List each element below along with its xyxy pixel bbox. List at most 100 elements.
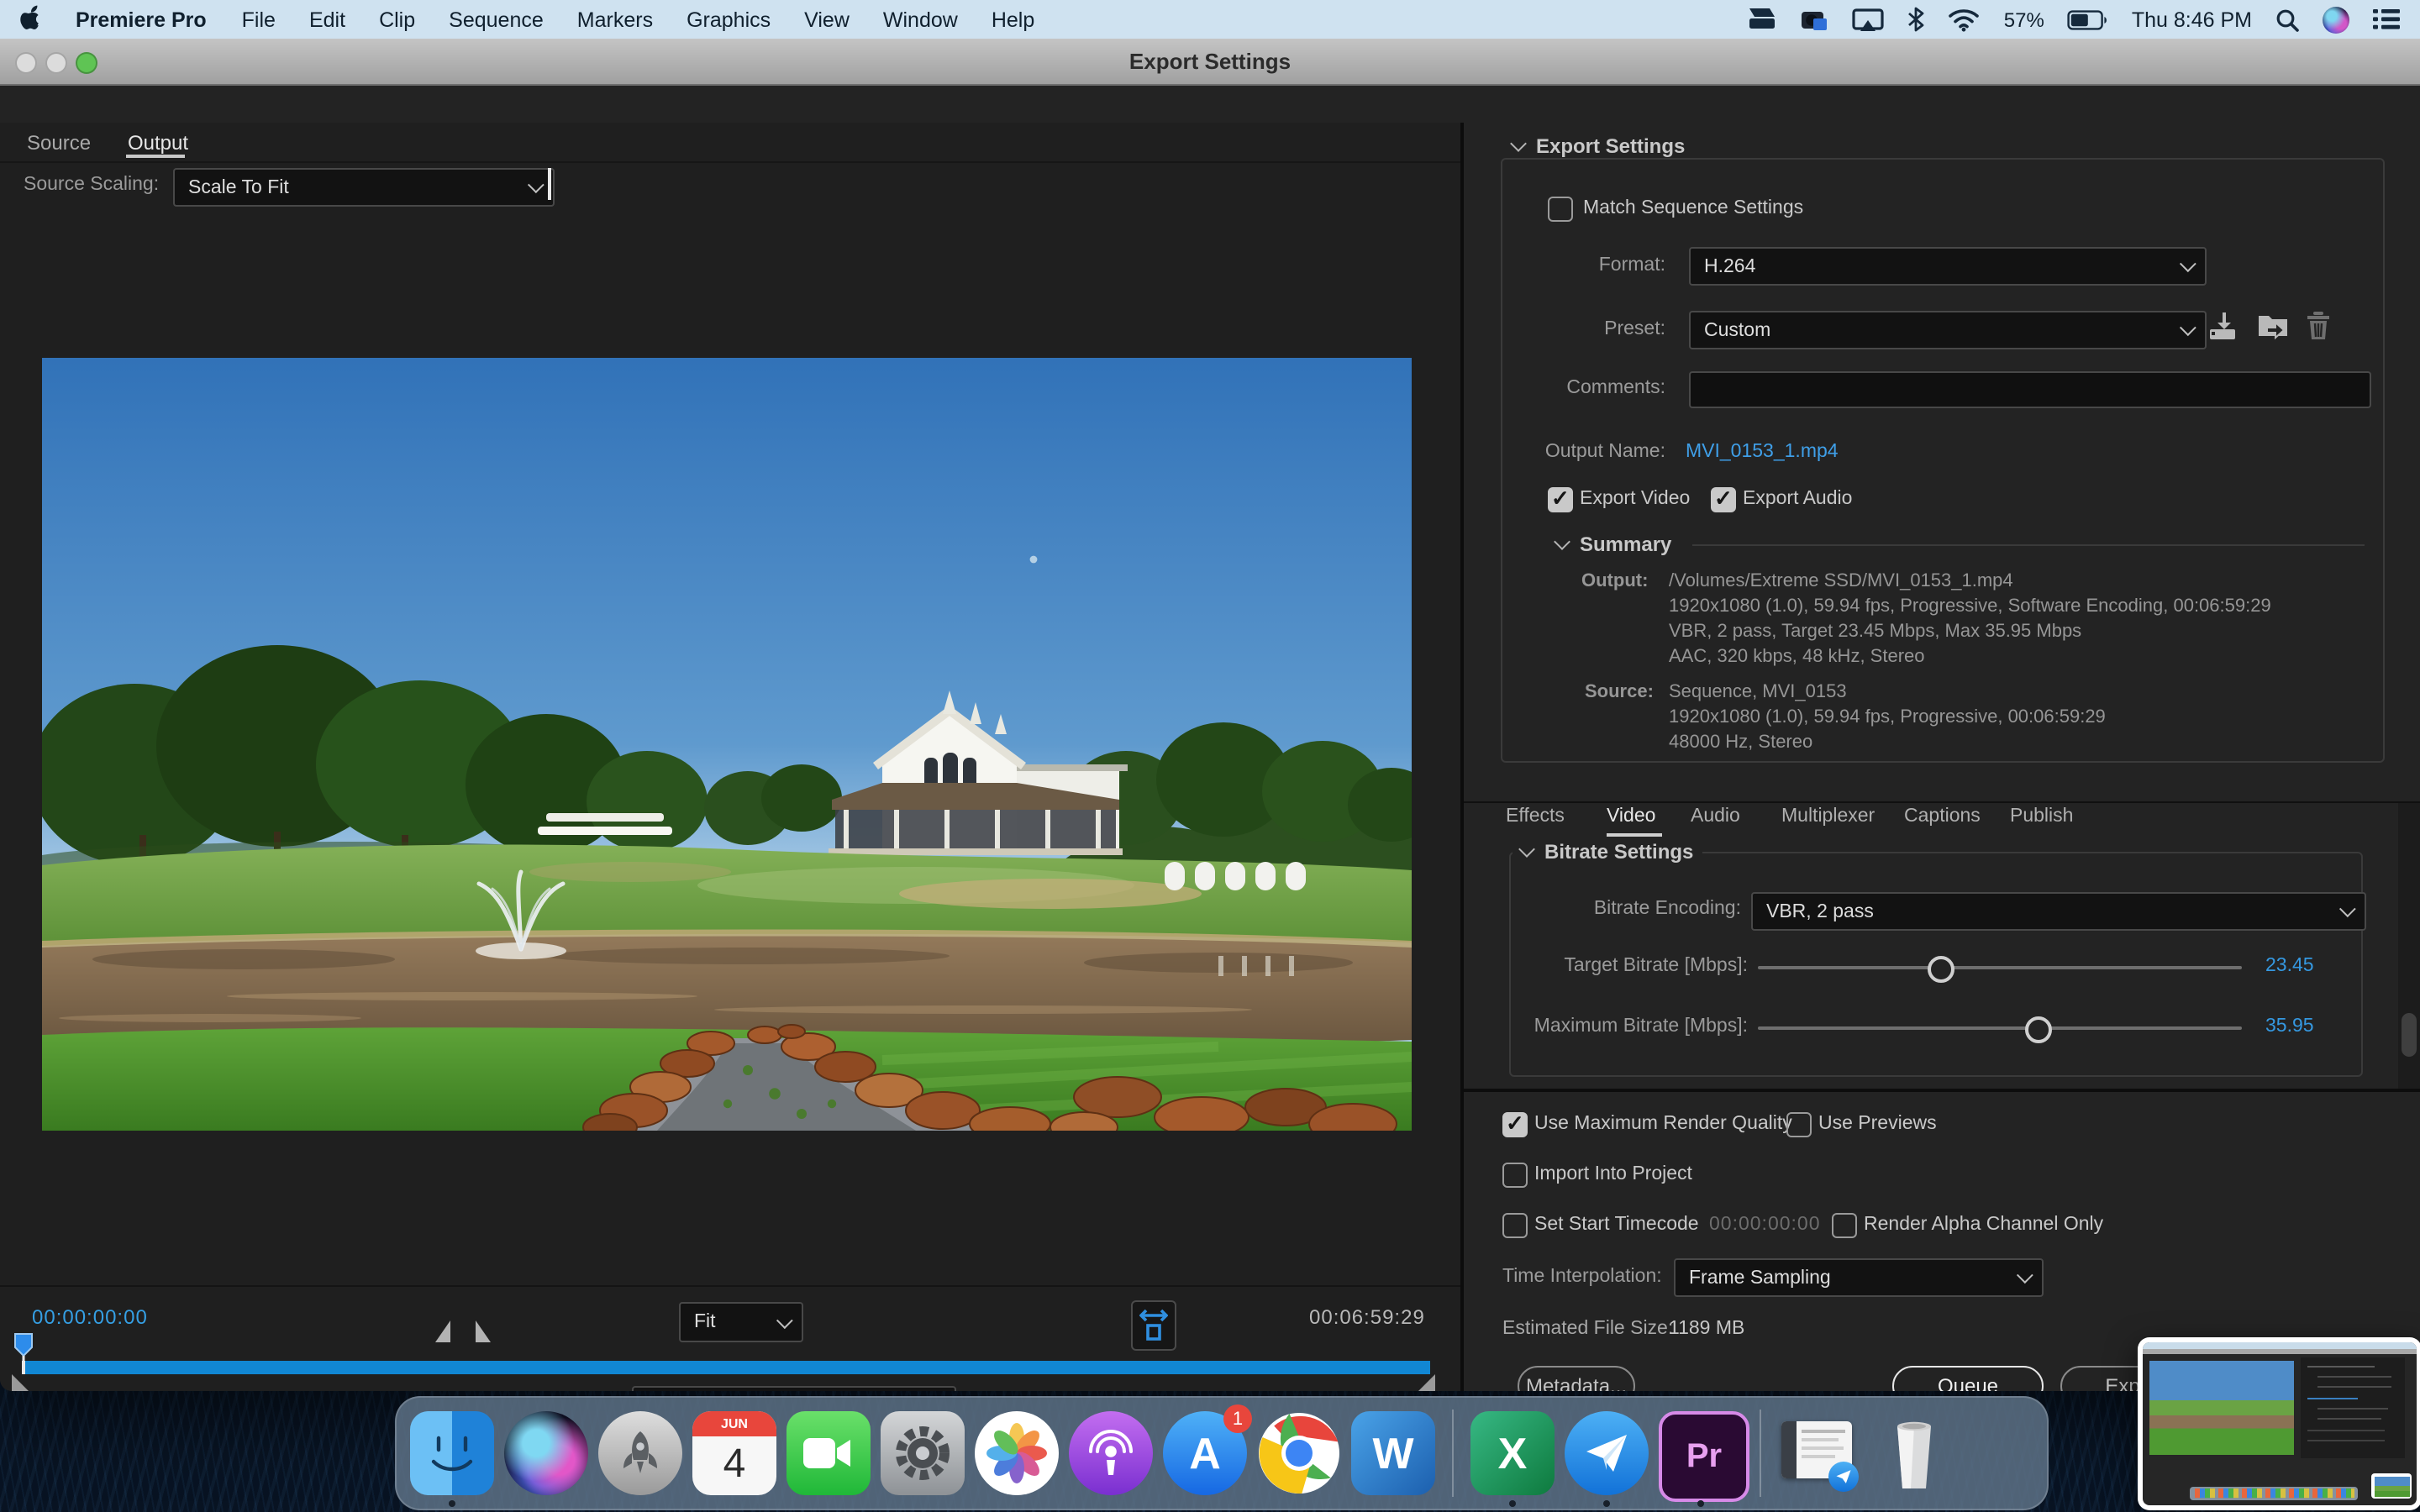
range-start-handle[interactable]: [12, 1374, 30, 1391]
dock-trash-icon[interactable]: [1872, 1411, 1956, 1495]
tab-video[interactable]: Video: [1607, 806, 1655, 827]
settings-panel: Export Settings Match Sequence Settings …: [1464, 123, 2420, 1391]
slider-knob[interactable]: [2025, 1016, 2052, 1043]
format-label: Format:: [1531, 255, 1665, 276]
bitrate-encoding-dropdown[interactable]: VBR, 2 pass: [1751, 892, 2366, 931]
siri-icon[interactable]: [2323, 6, 2349, 33]
chevron-down-icon: [528, 176, 544, 193]
menu-edit[interactable]: Edit: [292, 8, 362, 31]
screen-mirroring-icon[interactable]: [1853, 8, 1885, 31]
menu-view[interactable]: View: [787, 8, 866, 31]
range-end-handle[interactable]: [1417, 1374, 1435, 1391]
zoom-level-dropdown[interactable]: Fit: [679, 1302, 803, 1342]
import-preset-icon[interactable]: [2257, 311, 2291, 346]
tab-audio[interactable]: Audio: [1691, 806, 1740, 827]
target-bitrate-value[interactable]: 23.45: [2265, 956, 2314, 976]
queue-button[interactable]: Queue: [1892, 1366, 2044, 1391]
start-timecode-value[interactable]: 00:00:00:00: [1709, 1215, 1821, 1235]
source-range-dropdown[interactable]: Sequence In/Out: [632, 1386, 956, 1391]
menu-sequence[interactable]: Sequence: [432, 8, 560, 31]
use-max-render-quality-checkbox[interactable]: [1502, 1112, 1528, 1137]
target-bitrate-slider[interactable]: [1758, 966, 2242, 969]
export-settings-header[interactable]: Export Settings: [1504, 134, 1693, 158]
menu-markers[interactable]: Markers: [560, 8, 670, 31]
tab-effects[interactable]: Effects: [1506, 806, 1565, 827]
menu-file[interactable]: File: [225, 8, 292, 31]
dock-minimized-window[interactable]: [1778, 1411, 1862, 1495]
output-name-label: Output Name:: [1514, 442, 1665, 462]
export-video-checkbox[interactable]: [1548, 487, 1573, 512]
dock-excel-icon[interactable]: X: [1470, 1411, 1555, 1495]
dock-spark-icon[interactable]: [1565, 1411, 1649, 1495]
export-video-label: Export Video: [1580, 489, 1690, 509]
comments-input[interactable]: [1689, 371, 2371, 408]
export-audio-checkbox[interactable]: [1711, 487, 1736, 512]
set-out-point-icon[interactable]: [476, 1320, 491, 1342]
maximum-bitrate-slider[interactable]: [1758, 1026, 2242, 1030]
dock-podcasts-icon[interactable]: [1069, 1411, 1153, 1495]
dock-facetime-icon[interactable]: [786, 1411, 871, 1495]
set-in-point-icon[interactable]: [435, 1320, 450, 1342]
dock-app-store-icon[interactable]: A 1: [1163, 1411, 1247, 1495]
use-previews-label: Use Previews: [1818, 1114, 1937, 1134]
dock-system-preferences-icon[interactable]: [881, 1411, 965, 1495]
chevron-down-icon: [2180, 319, 2196, 336]
dock-finder-icon[interactable]: [410, 1411, 494, 1495]
time-interpolation-dropdown[interactable]: Frame Sampling: [1674, 1258, 2044, 1297]
menu-graphics[interactable]: Graphics: [670, 8, 787, 31]
tab-output[interactable]: Output: [121, 128, 195, 158]
dock-chrome-icon[interactable]: [1257, 1411, 1341, 1495]
collapse-chevron-icon: [1554, 533, 1570, 550]
menu-window[interactable]: Window: [866, 8, 975, 31]
tab-multiplexer[interactable]: Multiplexer: [1781, 806, 1875, 827]
slider-knob[interactable]: [1928, 956, 1954, 983]
wifi-icon[interactable]: [1949, 8, 1981, 31]
bitrate-settings-header[interactable]: Bitrate Settings: [1512, 840, 1702, 864]
dock-premiere-pro-icon[interactable]: Pr: [1659, 1411, 1743, 1495]
tab-output-underline: [126, 155, 185, 158]
chevron-down-icon: [2339, 900, 2356, 917]
dock-siri-icon[interactable]: [504, 1411, 588, 1495]
set-start-timecode-checkbox[interactable]: [1502, 1213, 1528, 1238]
tab-source[interactable]: Source: [20, 128, 97, 158]
menubar-clock[interactable]: Thu 8:46 PM: [2132, 8, 2252, 31]
dock: JUN 4: [395, 1396, 2049, 1510]
maximum-bitrate-value[interactable]: 35.95: [2265, 1016, 2314, 1037]
output-name-link[interactable]: MVI_0153_1.mp4: [1686, 442, 1839, 462]
source-scaling-dropdown[interactable]: Scale To Fit: [173, 168, 555, 207]
match-sequence-checkbox[interactable]: [1548, 197, 1573, 222]
timeline-seekbar[interactable]: [22, 1361, 1430, 1374]
dock-launchpad-icon[interactable]: [598, 1411, 682, 1495]
dock-calendar-icon[interactable]: JUN 4: [692, 1411, 776, 1495]
delete-preset-icon[interactable]: [2304, 309, 2333, 346]
tab-captions[interactable]: Captions: [1904, 806, 1981, 827]
import-into-project-checkbox[interactable]: [1502, 1163, 1528, 1188]
window-titlebar[interactable]: Export Settings: [0, 39, 2420, 86]
match-sequence-label: Match Sequence Settings: [1583, 198, 1803, 218]
use-previews-checkbox[interactable]: [1786, 1112, 1812, 1137]
external-drive-icon[interactable]: [1749, 7, 1777, 32]
render-alpha-checkbox[interactable]: [1832, 1213, 1857, 1238]
metadata-button[interactable]: Metadata...: [1518, 1366, 1635, 1391]
menu-app-name[interactable]: Premiere Pro: [57, 8, 225, 31]
screenshot-preview-thumbnail[interactable]: [2138, 1337, 2420, 1510]
preset-dropdown[interactable]: Custom: [1689, 311, 2207, 349]
calendar-day: 4: [692, 1436, 776, 1495]
control-list-icon[interactable]: [2373, 8, 2400, 30]
text-cursor: [548, 168, 550, 200]
current-timecode[interactable]: 00:00:00:00: [32, 1305, 148, 1329]
spotlight-search-icon[interactable]: [2275, 8, 2299, 31]
camera-app-icon[interactable]: [1801, 7, 1829, 32]
crop-output-button[interactable]: [1131, 1300, 1176, 1351]
save-preset-icon[interactable]: [2208, 311, 2240, 348]
summary-header[interactable]: Summary: [1548, 533, 1680, 556]
bluetooth-icon[interactable]: [1908, 7, 1925, 32]
format-dropdown[interactable]: H.264: [1689, 247, 2207, 286]
dock-photos-icon[interactable]: [975, 1411, 1059, 1495]
menu-help[interactable]: Help: [975, 8, 1051, 31]
apple-menu-icon[interactable]: [0, 3, 57, 35]
scrollbar-thumb[interactable]: [2402, 1013, 2417, 1057]
dock-word-icon[interactable]: W: [1351, 1411, 1435, 1495]
tab-publish[interactable]: Publish: [2010, 806, 2073, 827]
menu-clip[interactable]: Clip: [362, 8, 432, 31]
